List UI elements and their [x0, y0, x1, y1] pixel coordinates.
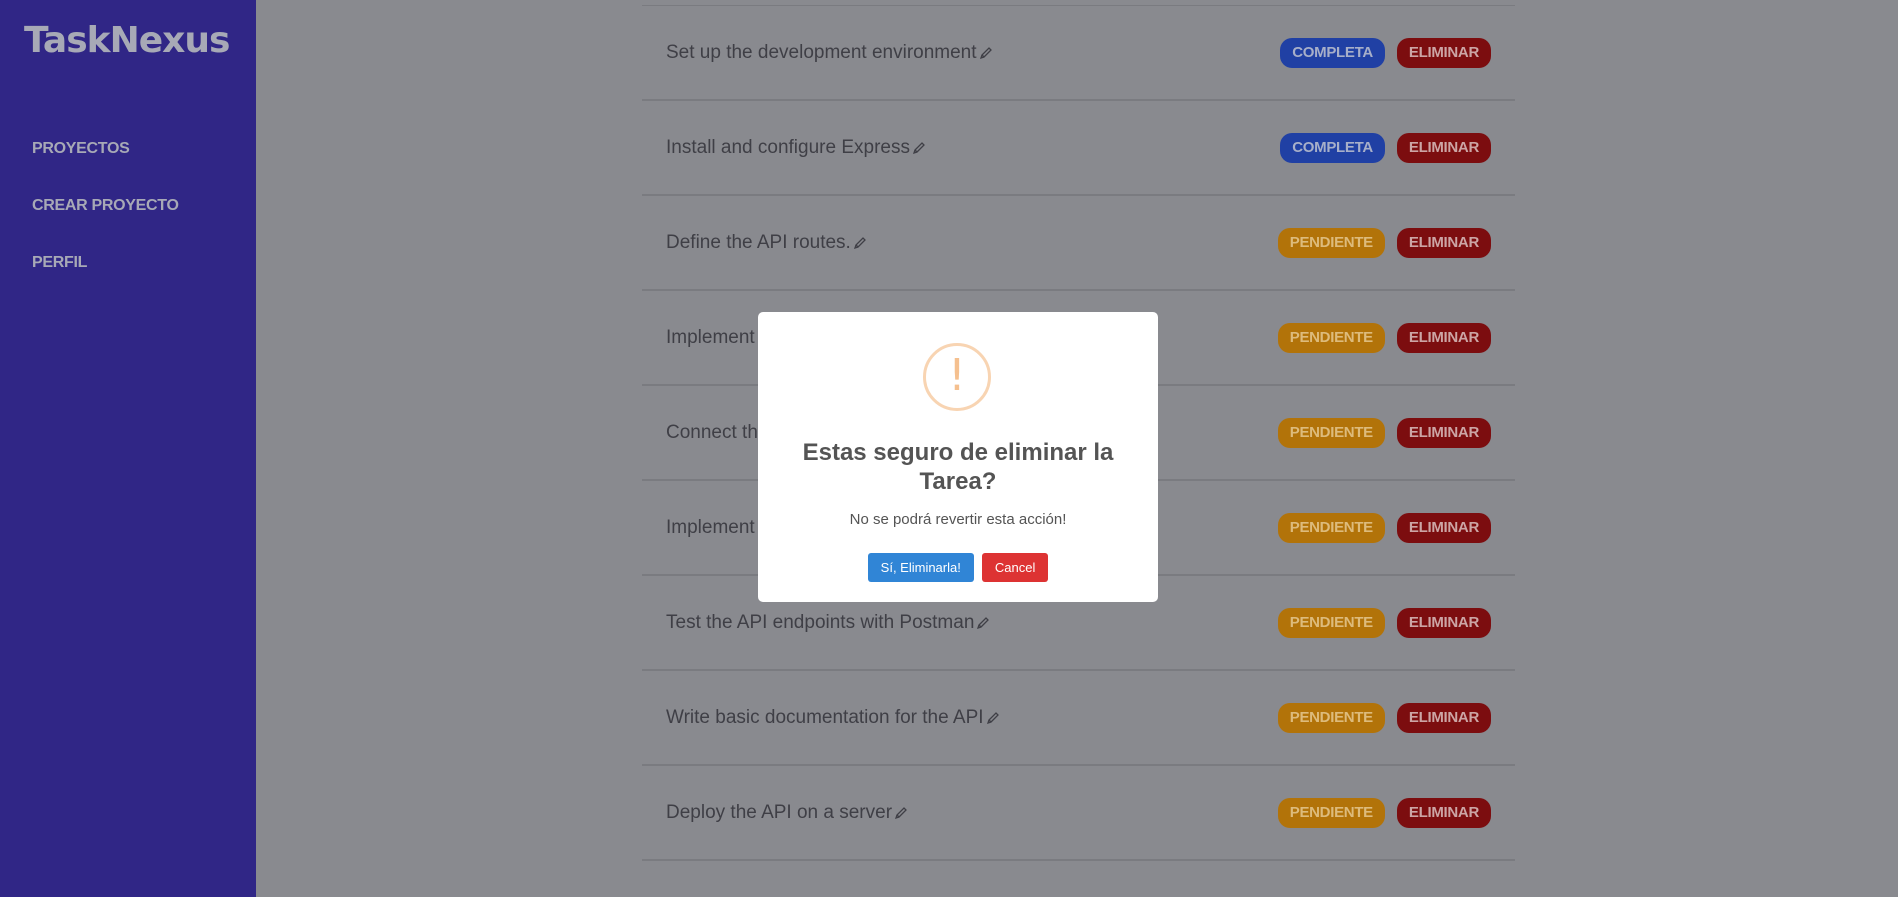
delete-task-button[interactable]: ELIMINAR — [1396, 797, 1491, 828]
task-status-button[interactable]: PENDIENTE — [1277, 797, 1385, 828]
delete-task-button[interactable]: ELIMINAR — [1396, 702, 1491, 733]
delete-task-button[interactable]: ELIMINAR — [1396, 322, 1491, 353]
task-row: Deploy the API on a server PENDIENTE ELIMI… — [642, 766, 1515, 861]
sidebar-item-proyectos[interactable]: PROYECTOS — [32, 140, 179, 197]
task-status-button[interactable]: PENDIENTE — [1277, 607, 1385, 638]
task-status-button[interactable]: COMPLETA — [1280, 132, 1385, 163]
task-name: Implement — [666, 327, 771, 349]
task-name-text: Connect the — [666, 421, 769, 443]
delete-confirm-dialog: ! Estas seguro de eliminar la Tarea? No … — [758, 312, 1158, 602]
edit-pencil-icon[interactable] — [853, 236, 867, 250]
task-name-text: Define the API routes. — [666, 231, 851, 253]
delete-task-button[interactable]: ELIMINAR — [1396, 37, 1491, 68]
task-name-text: Deploy the API on a server — [666, 801, 893, 823]
task-row: Write basic documentation for the API PEN… — [642, 671, 1515, 766]
task-actions: PENDIENTE ELIMINAR — [1277, 322, 1491, 353]
task-name: Set up the development environment — [666, 42, 993, 64]
sidebar-item-crear-proyecto[interactable]: CREAR PROYECTO — [32, 197, 179, 254]
task-row: Set up the development environment COMPLE… — [642, 6, 1515, 101]
task-name-text: Write basic documentation for the API — [666, 706, 984, 728]
task-actions: PENDIENTE ELIMINAR — [1277, 512, 1491, 543]
task-actions: PENDIENTE ELIMINAR — [1277, 702, 1491, 733]
task-status-button[interactable]: PENDIENTE — [1277, 702, 1385, 733]
cancel-button[interactable]: Cancel — [981, 553, 1049, 582]
app-logo[interactable]: TaskNexus — [24, 20, 230, 61]
edit-pencil-icon[interactable] — [912, 141, 926, 155]
delete-task-button[interactable]: ELIMINAR — [1396, 227, 1491, 258]
edit-pencil-icon[interactable] — [979, 46, 993, 60]
task-name: Deploy the API on a server — [666, 802, 908, 824]
task-actions: COMPLETA ELIMINAR — [1280, 37, 1491, 68]
sidebar-nav: PROYECTOS CREAR PROYECTO PERFIL — [32, 140, 179, 311]
sidebar: TaskNexus PROYECTOS CREAR PROYECTO PERFI… — [0, 0, 256, 897]
edit-pencil-icon[interactable] — [986, 711, 1000, 725]
task-name: Implement — [666, 517, 771, 539]
delete-task-button[interactable]: ELIMINAR — [1396, 417, 1491, 448]
task-actions: COMPLETA ELIMINAR — [1280, 132, 1491, 163]
task-status-button[interactable]: PENDIENTE — [1277, 322, 1385, 353]
task-status-button[interactable]: PENDIENTE — [1277, 512, 1385, 543]
warning-icon: ! — [923, 343, 991, 411]
dialog-title: Estas seguro de eliminar la Tarea? — [802, 439, 1114, 495]
task-name-text: Implement — [666, 326, 755, 348]
task-name: Define the API routes. — [666, 232, 867, 254]
edit-pencil-icon[interactable] — [894, 806, 908, 820]
task-name-text: Set up the development environment — [666, 41, 977, 63]
edit-pencil-icon[interactable] — [976, 616, 990, 630]
task-actions: PENDIENTE ELIMINAR — [1277, 227, 1491, 258]
task-status-button[interactable]: PENDIENTE — [1277, 417, 1385, 448]
task-row: Install and configure Express COMPLETA ELI… — [642, 101, 1515, 196]
task-actions: PENDIENTE ELIMINAR — [1277, 417, 1491, 448]
task-actions: PENDIENTE ELIMINAR — [1277, 607, 1491, 638]
task-name-text: Test the API endpoints with Postman — [666, 611, 975, 633]
task-status-button[interactable]: COMPLETA — [1280, 37, 1385, 68]
dialog-text: No se podrá revertir esta acción! — [849, 511, 1067, 528]
delete-task-button[interactable]: ELIMINAR — [1396, 607, 1491, 638]
dialog-buttons: Sí, Eliminarla! Cancel — [758, 553, 1158, 582]
delete-task-button[interactable]: ELIMINAR — [1396, 512, 1491, 543]
task-name: Install and configure Express — [666, 137, 926, 159]
task-actions: PENDIENTE ELIMINAR — [1277, 797, 1491, 828]
task-row: Define the API routes. PENDIENTE ELIMINAR — [642, 196, 1515, 291]
task-name-text: Install and configure Express — [666, 136, 910, 158]
task-status-button[interactable]: PENDIENTE — [1277, 227, 1385, 258]
task-name: Test the API endpoints with Postman — [666, 612, 990, 634]
sidebar-item-perfil[interactable]: PERFIL — [32, 254, 179, 311]
confirm-delete-button[interactable]: Sí, Eliminarla! — [867, 553, 974, 582]
delete-task-button[interactable]: ELIMINAR — [1396, 132, 1491, 163]
task-name-text: Implement — [666, 516, 755, 538]
task-name: Write basic documentation for the API — [666, 707, 1000, 729]
